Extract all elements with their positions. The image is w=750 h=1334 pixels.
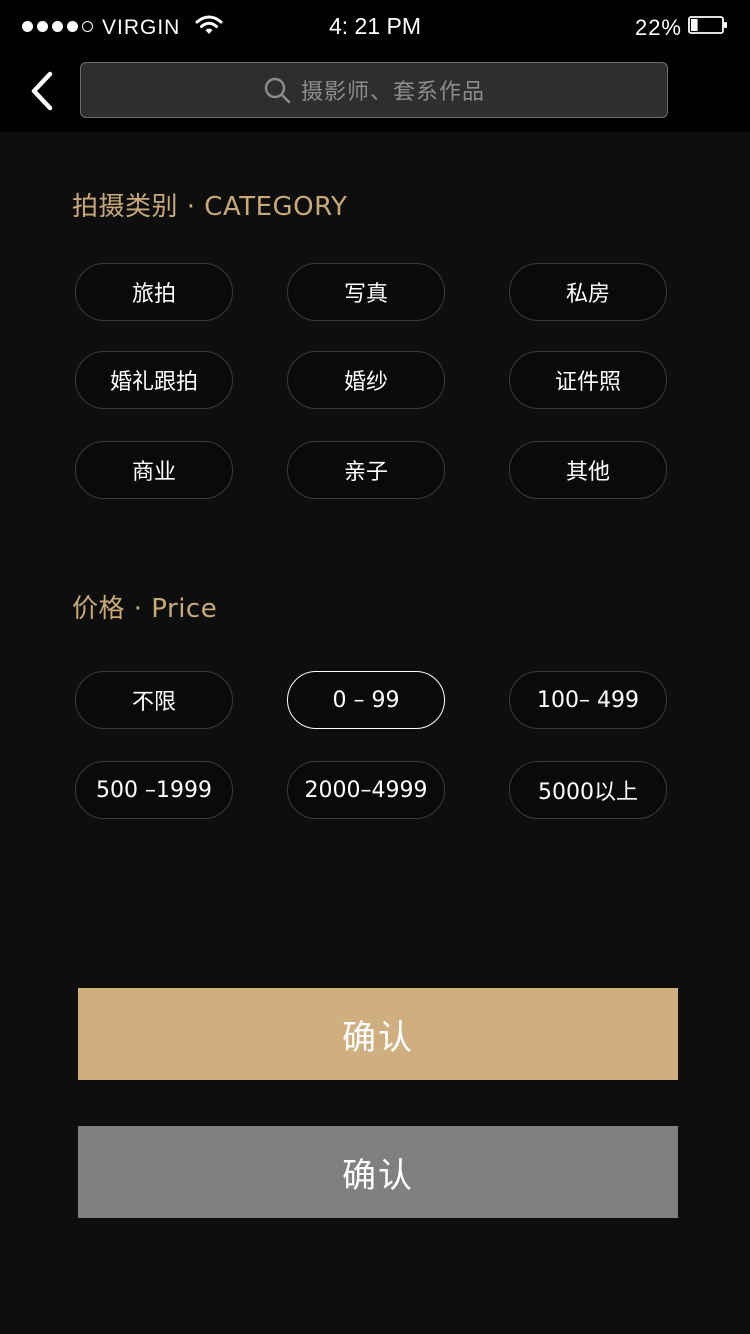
battery-percentage: 22% <box>634 15 682 40</box>
category-chip-family[interactable]: 亲子 <box>287 441 445 499</box>
category-chip-id-photo[interactable]: 证件照 <box>509 351 667 409</box>
confirm-button[interactable]: 确认 <box>78 988 678 1080</box>
category-chip-wedding-follow[interactable]: 婚礼跟拍 <box>75 351 233 409</box>
category-chip-boudoir[interactable]: 私房 <box>509 263 667 321</box>
category-chip-portrait[interactable]: 写真 <box>287 263 445 321</box>
category-chip-commercial[interactable]: 商业 <box>75 441 233 499</box>
price-chip-5000-plus[interactable]: 5000以上 <box>509 761 667 819</box>
search-icon <box>264 77 291 104</box>
back-button[interactable] <box>26 68 60 114</box>
category-chip-other[interactable]: 其他 <box>509 441 667 499</box>
price-chip-unlimited[interactable]: 不限 <box>75 671 233 729</box>
category-chip-travel[interactable]: 旅拍 <box>75 263 233 321</box>
category-section-title: 拍摄类别 · CATEGORY <box>72 192 348 222</box>
search-placeholder: 摄影师、套系作品 <box>300 80 485 105</box>
category-chip-wedding-dress[interactable]: 婚纱 <box>287 351 445 409</box>
confirm-button-disabled[interactable]: 确认 <box>78 1126 678 1218</box>
battery-icon <box>688 16 727 34</box>
price-chip-0-99[interactable]: 0 – 99 <box>287 671 445 729</box>
price-chip-2000-4999[interactable]: 2000–4999 <box>287 761 445 819</box>
search-input[interactable]: 摄影师、套系作品 <box>80 62 668 118</box>
status-bar: VIRGIN 4: 21 PM 22% <box>0 0 750 56</box>
top-bar: VIRGIN 4: 21 PM 22% 摄影师、套系作品 <box>0 0 750 132</box>
price-chip-100-499[interactable]: 100– 499 <box>509 671 667 729</box>
price-chip-500-1999[interactable]: 500 –1999 <box>75 761 233 819</box>
price-section-title: 价格 · Price <box>72 594 218 624</box>
